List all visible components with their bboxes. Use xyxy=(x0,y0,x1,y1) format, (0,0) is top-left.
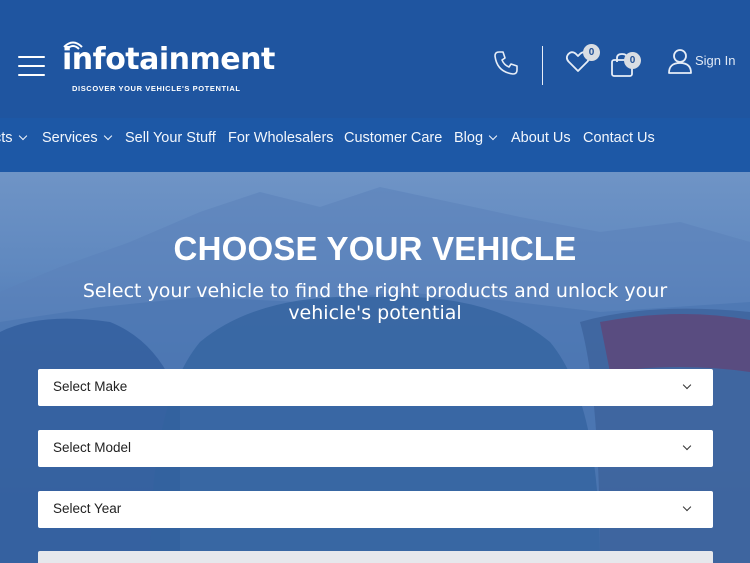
site-header: infotainment DISCOVER YOUR VEHICLE'S POT… xyxy=(0,0,750,118)
hero-title: CHOOSE YOUR VEHICLE xyxy=(173,230,577,267)
chevron-down-icon xyxy=(682,380,692,390)
chevron-down-icon xyxy=(488,131,498,141)
select-year[interactable]: Select Year xyxy=(38,491,713,528)
nav-item-label: Sell Your Stuff xyxy=(125,130,216,146)
cart-count-badge: 0 xyxy=(624,52,641,69)
phone-icon[interactable] xyxy=(493,50,519,76)
nav-item-for-wholesalers[interactable]: For Wholesalers xyxy=(228,130,334,146)
select-make-label: Select Make xyxy=(53,379,128,394)
user-icon[interactable] xyxy=(668,48,692,74)
nav-item-about-us[interactable]: About Us xyxy=(511,130,571,146)
sign-in-link[interactable]: Sign In xyxy=(695,53,735,68)
chevron-down-icon xyxy=(103,131,112,141)
nav-item-label: Services xyxy=(42,130,98,146)
nav-item-products[interactable]: cts xyxy=(0,130,27,146)
logo-wordmark: infotainment xyxy=(62,42,275,77)
logo-tagline: DISCOVER YOUR VEHICLE'S POTENTIAL xyxy=(72,84,241,93)
menu-icon[interactable] xyxy=(18,56,45,77)
site-logo[interactable]: infotainment DISCOVER YOUR VEHICLE'S POT… xyxy=(62,41,275,94)
nav-item-services[interactable]: Services xyxy=(42,130,112,146)
nav-item-label: About Us xyxy=(511,130,571,146)
nav-item-label: For Wholesalers xyxy=(228,130,334,146)
nav-item-sell-your-stuff[interactable]: Sell Your Stuff xyxy=(125,130,216,146)
nav-item-customer-care[interactable]: Customer Care xyxy=(344,130,442,146)
select-model-label: Select Model xyxy=(53,440,132,455)
select-model[interactable]: Select Model xyxy=(38,430,713,467)
select-make[interactable]: Select Make xyxy=(38,369,713,406)
nav-item-label: Customer Care xyxy=(344,130,443,146)
chevron-down-icon xyxy=(682,441,692,451)
nav-item-label: Contact Us xyxy=(583,130,655,146)
header-divider xyxy=(542,46,543,85)
wishlist-count-badge: 0 xyxy=(583,44,600,61)
find-vehicle-button[interactable] xyxy=(38,551,713,563)
hero-subtitle: Select your vehicle to find the right pr… xyxy=(82,280,668,324)
nav-item-label: cts xyxy=(0,130,13,146)
chevron-down-icon xyxy=(682,502,692,512)
select-year-label: Select Year xyxy=(53,501,122,516)
chevron-down-icon xyxy=(18,131,27,141)
nav-item-blog[interactable]: Blog xyxy=(454,130,498,146)
nav-item-contact-us[interactable]: Contact Us xyxy=(583,130,655,146)
nav-item-label: Blog xyxy=(454,130,484,146)
